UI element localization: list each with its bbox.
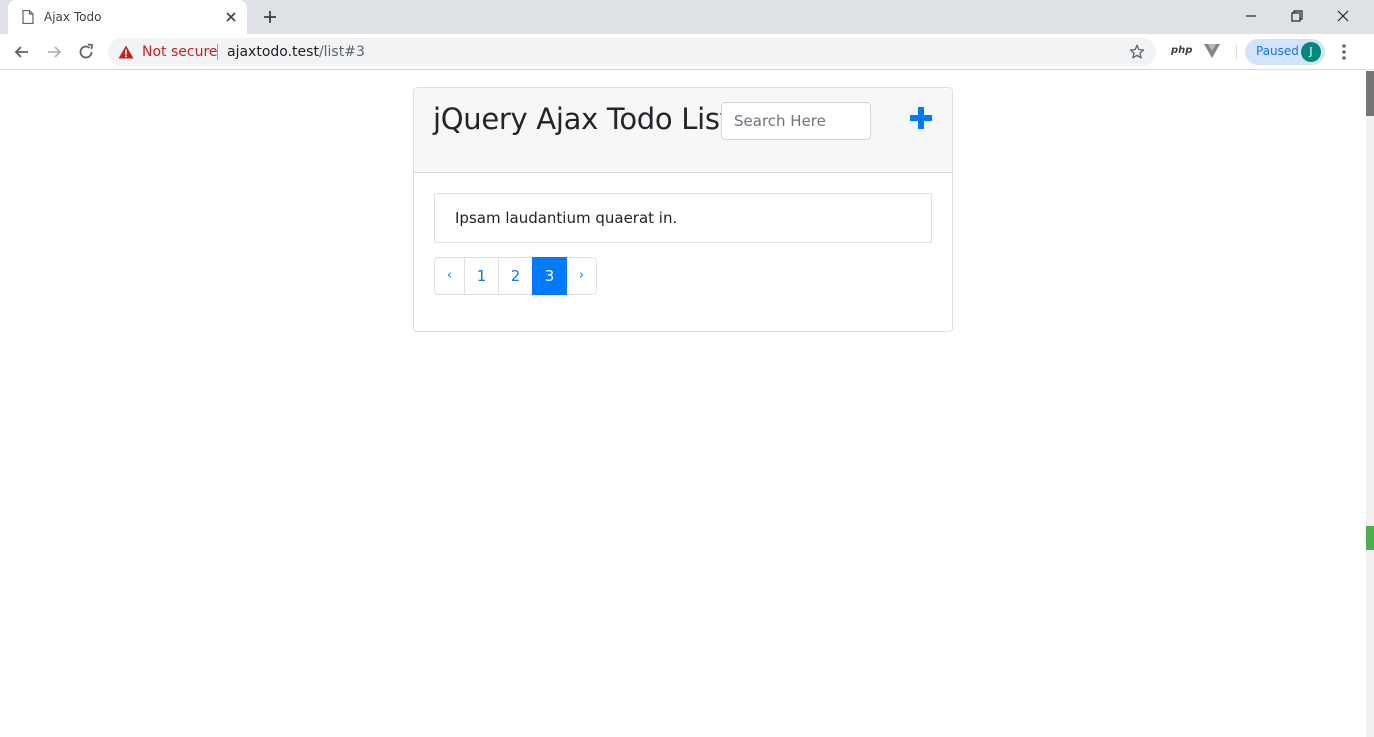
- pagination-page-1[interactable]: 1: [464, 257, 499, 295]
- browser-tab[interactable]: Ajax Todo: [8, 0, 247, 34]
- scrollbar-thumb[interactable]: [1366, 71, 1374, 116]
- url-text[interactable]: ajaxtodo.test/list#3: [227, 44, 365, 60]
- profile-button[interactable]: Paused J: [1245, 39, 1325, 65]
- reload-icon[interactable]: [76, 42, 96, 62]
- forward-icon[interactable]: [44, 42, 64, 62]
- url-path: /list#3: [318, 44, 365, 60]
- address-separator: [217, 44, 218, 60]
- warning-icon: [118, 45, 134, 59]
- tab-title: Ajax Todo: [44, 10, 102, 24]
- pagination: ‹ 1 2 3 ›: [434, 257, 597, 295]
- vue-devtools-icon[interactable]: [1204, 44, 1220, 58]
- scrollbar-find-marker: [1366, 526, 1374, 550]
- card-header: jQuery Ajax Todo List: [414, 88, 952, 173]
- php-extension-icon[interactable]: php: [1171, 45, 1192, 56]
- avatar: J: [1301, 42, 1321, 62]
- pagination-prev[interactable]: ‹: [434, 257, 465, 295]
- close-tab-icon[interactable]: [224, 10, 238, 24]
- scrollbar-track[interactable]: [1366, 71, 1374, 737]
- add-todo-plus-icon[interactable]: [908, 105, 934, 131]
- restore-icon[interactable]: [1287, 6, 1307, 26]
- page-viewport: jQuery Ajax Todo List Ipsam laudantium q…: [0, 71, 1374, 737]
- bookmark-star-icon[interactable]: [1129, 44, 1145, 60]
- new-tab-icon[interactable]: [261, 8, 279, 26]
- url-host: ajaxtodo.test: [227, 44, 319, 60]
- todo-card: jQuery Ajax Todo List Ipsam laudantium q…: [413, 87, 953, 332]
- tab-strip: Ajax Todo: [0, 0, 1374, 34]
- minimize-icon[interactable]: [1241, 6, 1261, 26]
- pagination-page-3-active[interactable]: 3: [532, 257, 567, 295]
- pagination-next[interactable]: ›: [566, 257, 597, 295]
- address-bar[interactable]: Not secure ajaxtodo.test/list#3: [108, 38, 1156, 66]
- search-input[interactable]: [721, 102, 871, 140]
- page-title: jQuery Ajax Todo List: [433, 102, 731, 136]
- browser-toolbar: Not secure ajaxtodo.test/list#3 php Paus…: [0, 34, 1374, 70]
- document-icon: [22, 10, 34, 24]
- profile-status: Paused: [1256, 44, 1299, 58]
- more-menu-icon[interactable]: [1336, 42, 1352, 62]
- close-window-icon[interactable]: [1333, 6, 1353, 26]
- todo-item-text: Ipsam laudantium quaerat in.: [455, 209, 678, 227]
- security-status[interactable]: Not secure: [142, 44, 218, 60]
- pagination-page-2[interactable]: 2: [498, 257, 533, 295]
- todo-list-item[interactable]: Ipsam laudantium quaerat in.: [434, 193, 932, 243]
- back-icon[interactable]: [12, 42, 32, 62]
- toolbar-separator: [1236, 44, 1237, 60]
